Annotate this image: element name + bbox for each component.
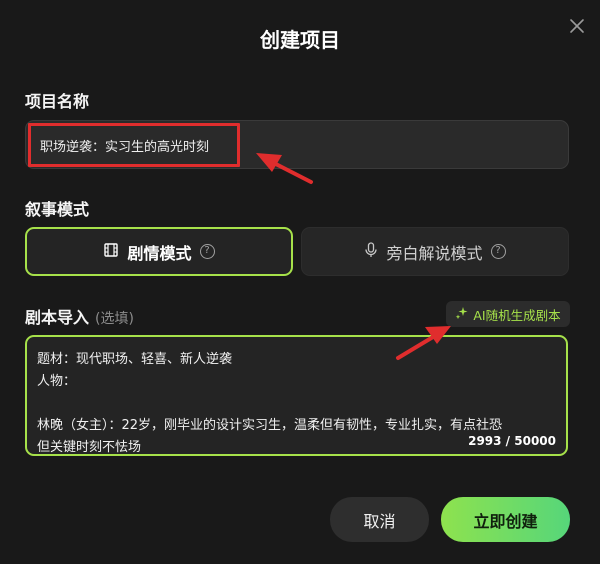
- create-project-dialog: 创建项目 项目名称 职场逆袭：实习生的高光时刻 叙事模式 剧情模式 ? 旁白解说…: [0, 0, 600, 564]
- optional-hint: (选填): [95, 311, 134, 327]
- project-name-label: 项目名称: [25, 92, 90, 111]
- project-name-input[interactable]: 职场逆袭：实习生的高光时刻: [25, 120, 569, 169]
- dialog-title: 创建项目: [260, 28, 340, 52]
- script-line: 题材：现代职场、轻喜、新人逆袭: [37, 352, 233, 367]
- script-line: 人物：: [37, 374, 77, 389]
- microphone-icon: [364, 241, 378, 262]
- film-icon: [103, 242, 119, 262]
- mode-option-drama[interactable]: 剧情模式 ?: [25, 227, 293, 276]
- character-counter: 2993 / 50000: [468, 434, 556, 448]
- close-icon[interactable]: [566, 15, 588, 37]
- mode-option-narration[interactable]: 旁白解说模式 ?: [301, 227, 569, 276]
- project-name-value[interactable]: 职场逆袭：实习生的高光时刻: [40, 136, 209, 155]
- sparkle-icon: [455, 306, 469, 323]
- ai-generate-script-button[interactable]: AI随机生成剧本: [446, 301, 570, 327]
- script-import-title: 剧本导入: [25, 308, 90, 327]
- script-import-label: 剧本导入 (选填): [25, 304, 134, 328]
- script-textarea[interactable]: 题材：现代职场、轻喜、新人逆袭 人物： 林晚（女主）：22岁，刚毕业的设计实习生…: [25, 335, 568, 456]
- mode-option-drama-label: 剧情模式: [127, 243, 192, 263]
- question-circle-icon[interactable]: ?: [490, 244, 506, 259]
- create-now-button[interactable]: 立即创建: [441, 497, 570, 542]
- narrative-mode-label: 叙事模式: [25, 200, 90, 219]
- annotation-arrows: [256, 153, 451, 360]
- cancel-button[interactable]: 取消: [330, 497, 429, 542]
- question-circle-icon[interactable]: ?: [199, 244, 215, 259]
- ai-generate-script-label: AI随机生成剧本: [473, 307, 561, 323]
- script-line: [37, 393, 562, 415]
- mode-option-narration-label: 旁白解说模式: [386, 243, 483, 263]
